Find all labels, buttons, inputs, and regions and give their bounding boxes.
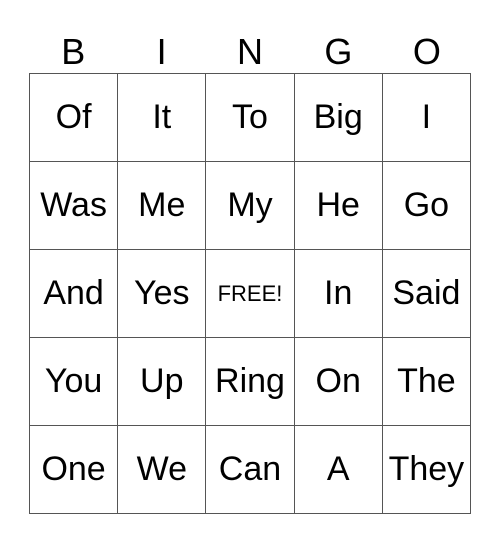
bingo-cell[interactable]: In [294, 250, 383, 338]
header-letter-o: O [412, 31, 441, 72]
bingo-cell[interactable]: We [118, 426, 207, 514]
bingo-cell[interactable]: On [294, 338, 383, 426]
bingo-header: B I N G O [29, 30, 471, 73]
bingo-cell[interactable]: He [294, 162, 383, 250]
bingo-cell[interactable]: One [30, 426, 119, 514]
header-letter-i: I [156, 31, 167, 72]
bingo-cell[interactable]: Can [206, 426, 295, 514]
bingo-cell[interactable]: Yes [118, 250, 207, 338]
bingo-cell[interactable]: And [30, 250, 119, 338]
bingo-cell[interactable]: Was [30, 162, 119, 250]
bingo-cell[interactable]: Big [294, 74, 383, 162]
bingo-cell[interactable]: A [294, 426, 383, 514]
header-letter-b: B [61, 31, 86, 72]
free-space-cell[interactable]: FREE! [206, 250, 295, 338]
bingo-cell[interactable]: You [30, 338, 119, 426]
header-letter-g: G [324, 31, 353, 72]
bingo-cell[interactable]: Ring [206, 338, 295, 426]
bingo-cell[interactable]: Me [118, 162, 207, 250]
bingo-cell[interactable]: Go [382, 162, 471, 250]
bingo-cell[interactable]: To [206, 74, 295, 162]
header-letter-n: N [237, 31, 264, 72]
bingo-cell[interactable]: My [206, 162, 295, 250]
bingo-cell[interactable]: Of [30, 74, 119, 162]
bingo-card-grid: Of It To Big I Was Me My He Go And Yes F… [29, 73, 471, 514]
bingo-cell[interactable]: I [382, 74, 471, 162]
bingo-cell[interactable]: The [382, 338, 471, 426]
bingo-cell[interactable]: They [382, 426, 471, 514]
bingo-cell[interactable]: It [118, 74, 207, 162]
bingo-cell[interactable]: Said [382, 250, 471, 338]
bingo-cell[interactable]: Up [118, 338, 207, 426]
